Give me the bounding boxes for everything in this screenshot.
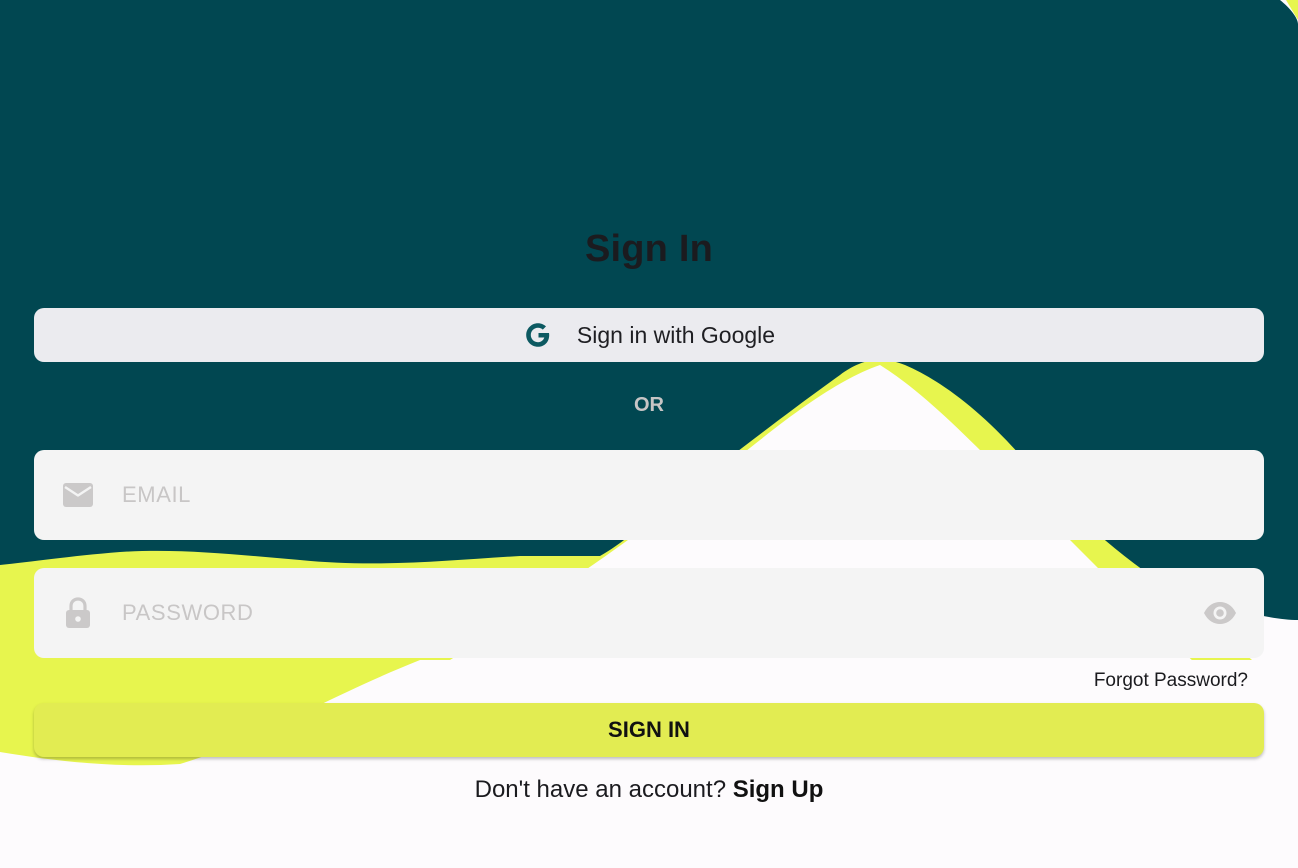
sign-in-with-google-button[interactable]: Sign in with Google [34, 308, 1264, 362]
lock-icon [62, 597, 94, 629]
eye-icon[interactable] [1202, 596, 1238, 630]
forgot-password-link[interactable]: Forgot Password? [1094, 670, 1248, 692]
sign-up-prompt-text: Don't have an account? [474, 776, 727, 803]
mail-icon [62, 479, 94, 511]
email-input[interactable] [122, 450, 1182, 540]
or-divider: OR [634, 394, 664, 416]
sign-up-prompt: Don't have an account? Sign Up [0, 776, 1298, 804]
google-button-label: Sign in with Google [576, 321, 776, 348]
password-input[interactable] [122, 568, 1182, 658]
sign-up-link[interactable]: Sign Up [733, 776, 824, 803]
page-title: Sign In [584, 228, 714, 270]
email-field[interactable] [34, 450, 1264, 540]
google-g-icon [523, 320, 553, 350]
password-field[interactable] [34, 568, 1264, 658]
sign-in-button[interactable]: SIGN IN [34, 703, 1264, 757]
sign-in-screen: Sign In Sign in with Google OR EMAIL For… [0, 0, 1298, 868]
